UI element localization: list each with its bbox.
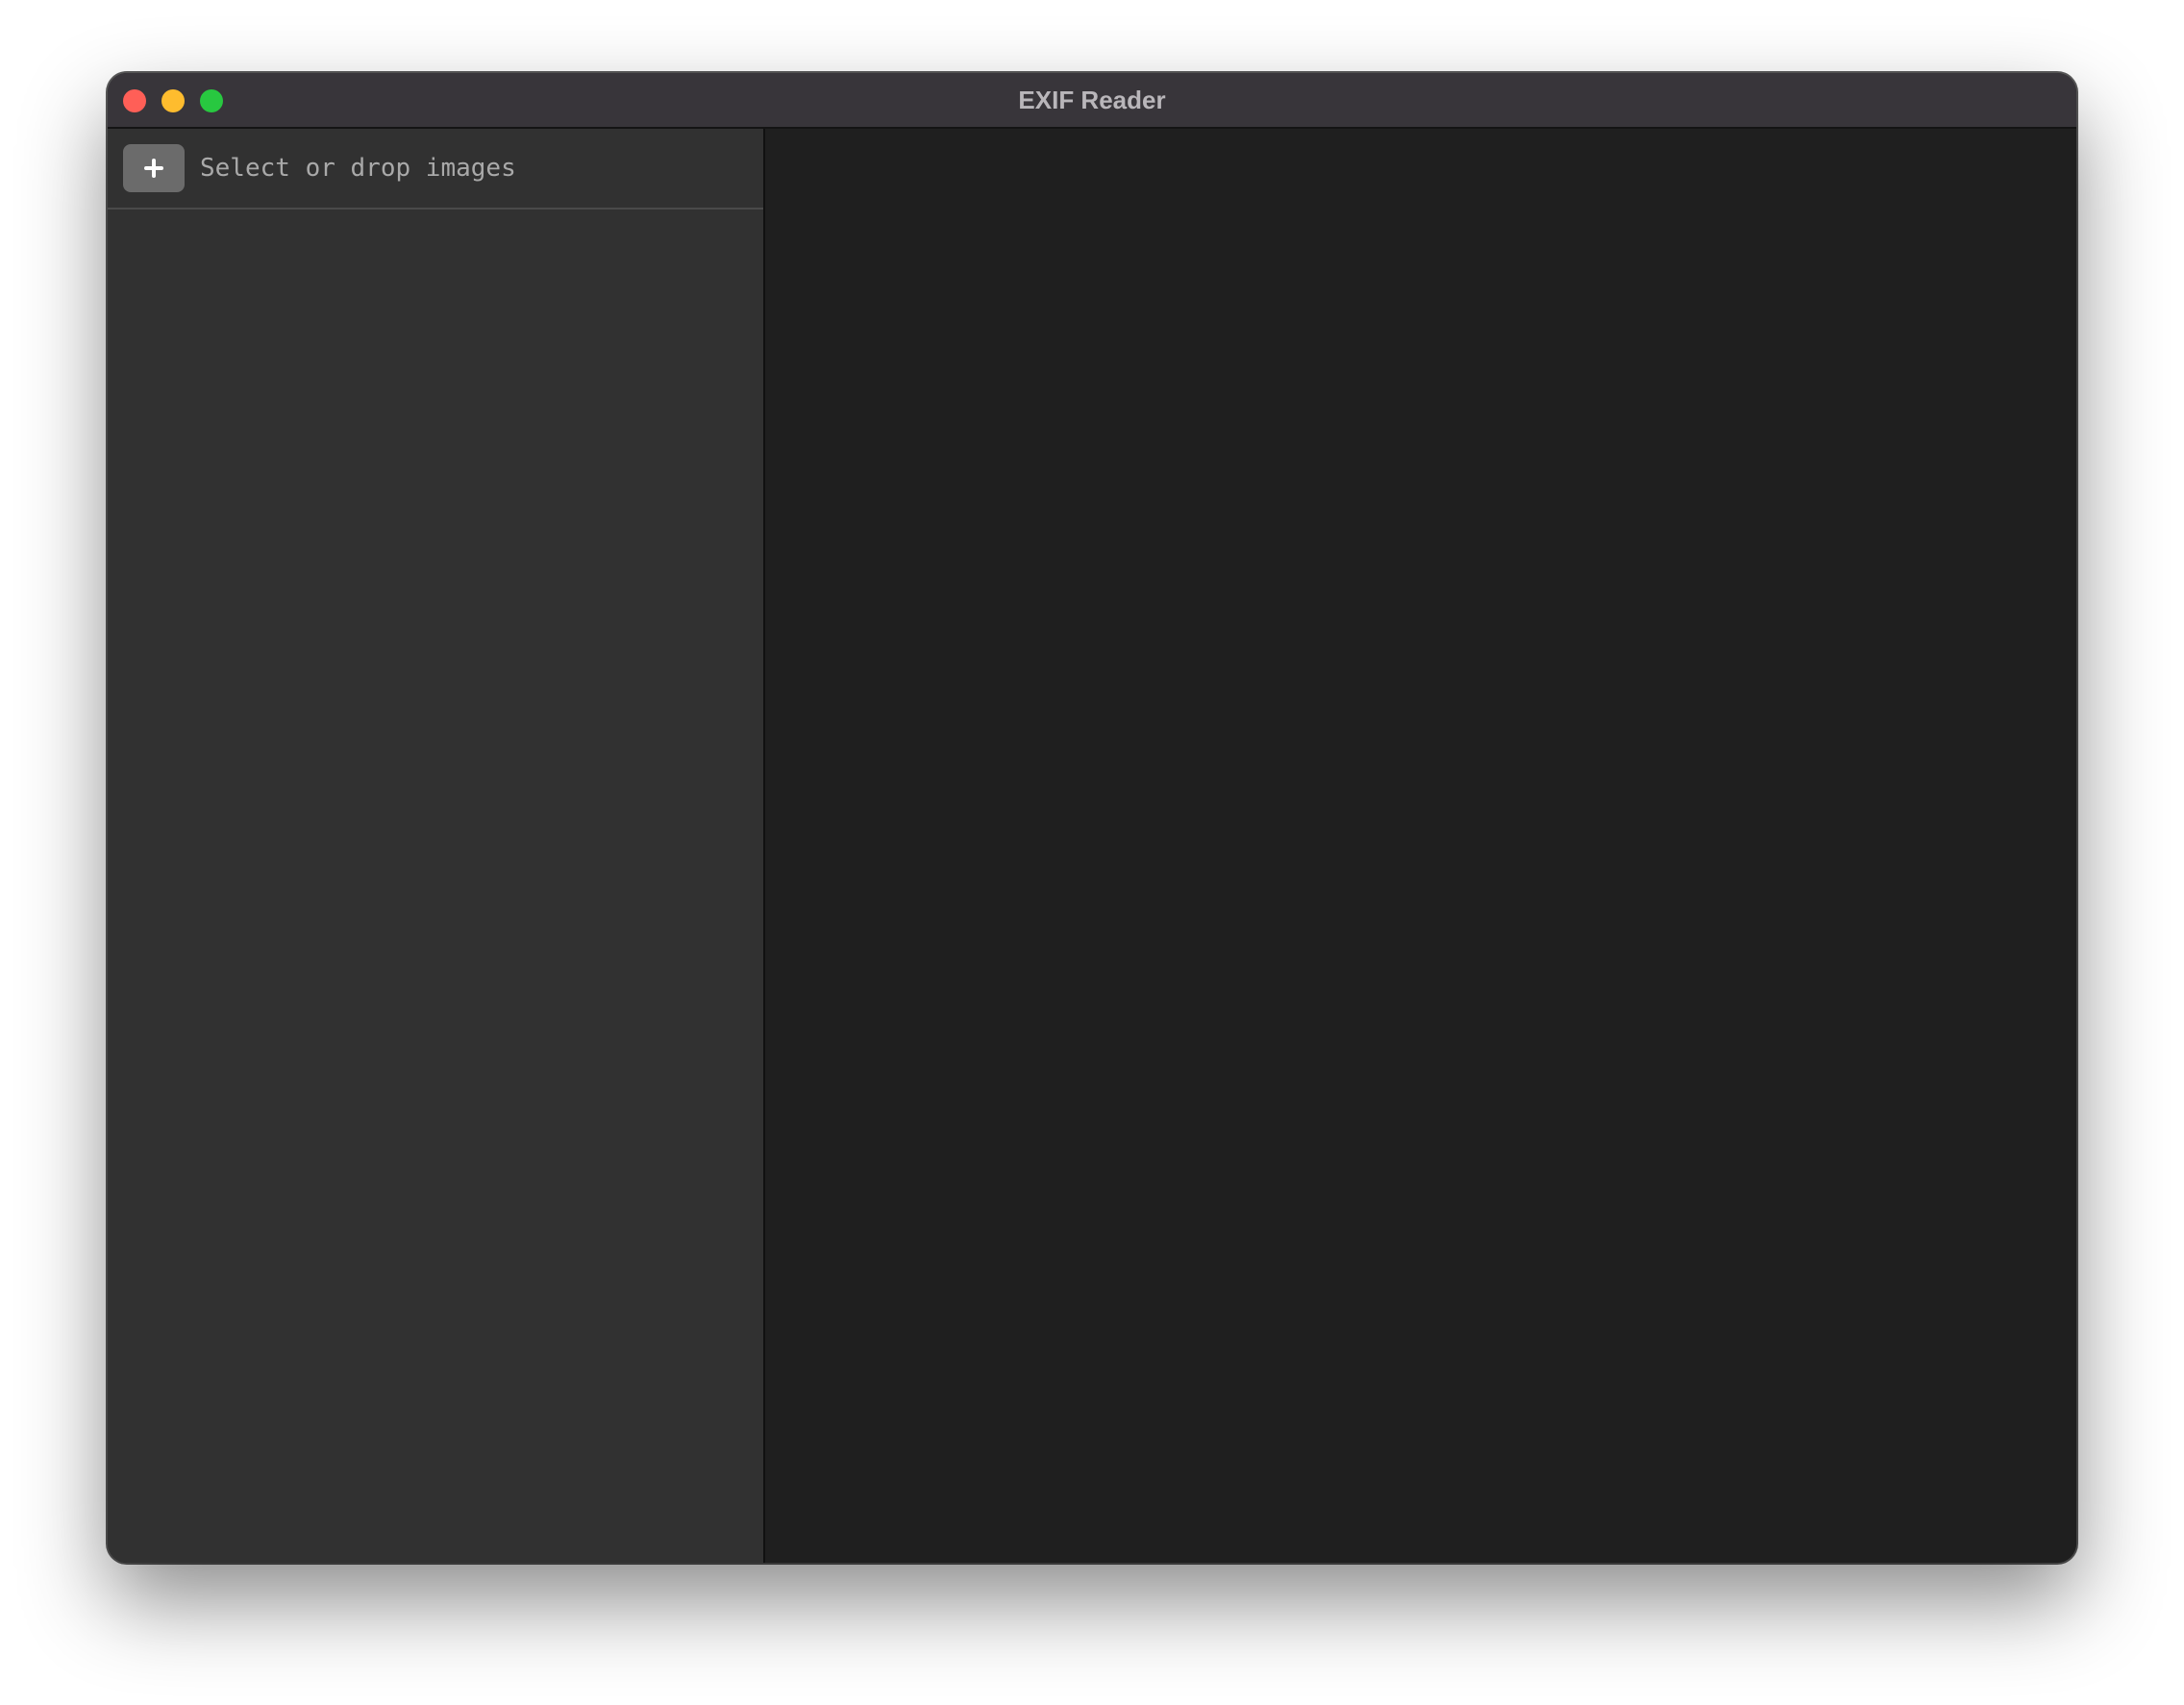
sidebar-header: Select or drop images [108,129,763,210]
app-window: EXIF Reader Select or drop images [108,73,2076,1563]
sidebar: Select or drop images [108,129,765,1563]
exif-detail-pane [765,129,2076,1563]
select-or-drop-label: Select or drop images [200,154,516,183]
title-bar[interactable]: EXIF Reader [108,73,2076,129]
window-title: EXIF Reader [1018,86,1166,114]
plus-icon [144,159,163,178]
add-images-button[interactable] [123,144,185,192]
image-file-list[interactable] [108,210,763,1563]
